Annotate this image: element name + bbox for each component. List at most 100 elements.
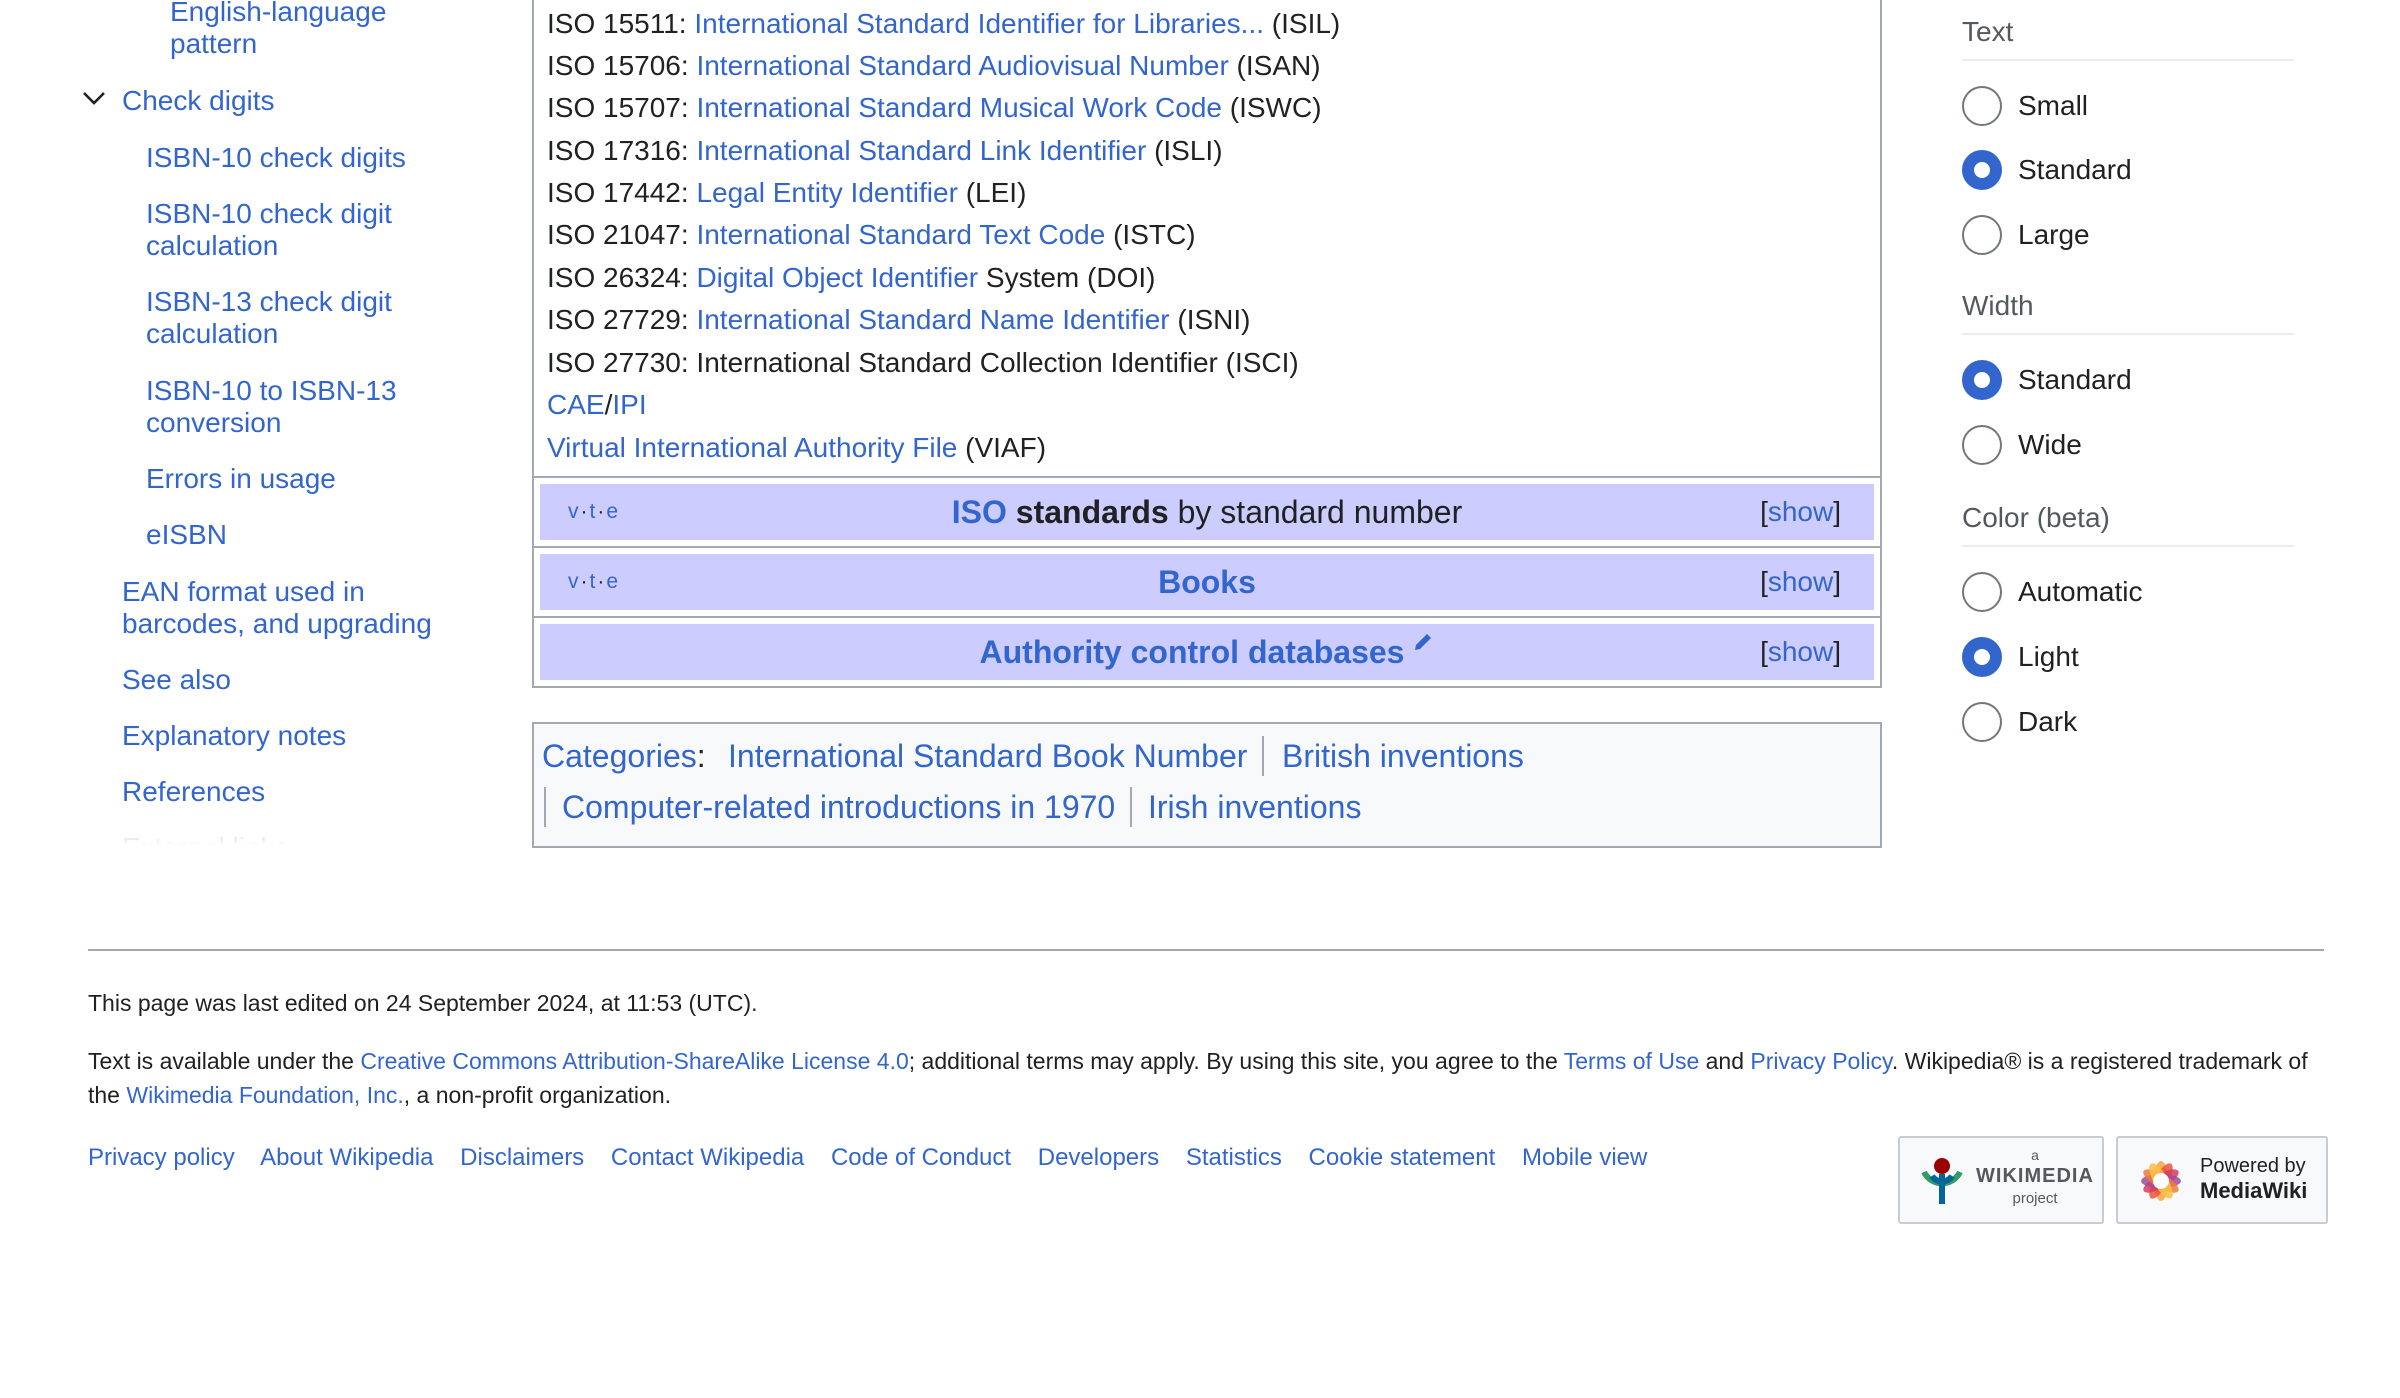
toc-item-see-also[interactable]: See also	[122, 664, 231, 696]
powered-by-mediawiki-badge[interactable]: Powered by MediaWiki	[2116, 1136, 2328, 1224]
navbox-divider	[534, 616, 1880, 618]
toc-item-isbn10-check-digit-calculation[interactable]: ISBN-10 check digit calculation	[146, 198, 416, 262]
category-link[interactable]: British inventions	[1282, 736, 1524, 776]
identifier-suffix: (VIAF)	[957, 432, 1047, 463]
license-text: and	[1699, 1048, 1751, 1074]
text-large-label[interactable]: Large	[2018, 215, 2090, 255]
wikimedia-foundation-link[interactable]: Wikimedia Foundation, Inc.	[126, 1082, 403, 1108]
authority-control-link[interactable]: Authority control databases	[980, 634, 1405, 670]
footer-link-privacy-policy[interactable]: Privacy policy	[88, 1144, 235, 1171]
footer-link-disclaimers[interactable]: Disclaimers	[460, 1144, 584, 1171]
license-text: ; additional terms may apply. By using t…	[908, 1048, 1564, 1074]
navbox-toggle: [show]	[1760, 624, 1841, 680]
identifier-row-isil: ISO 15511: International Standard Identi…	[547, 7, 1340, 41]
identifier-suffix: (ISAN)	[1228, 50, 1321, 81]
toc-item-references[interactable]: References	[122, 776, 265, 808]
ipi-link[interactable]: IPI	[612, 389, 646, 420]
toc-item-check-digits[interactable]: Check digits	[122, 85, 275, 117]
text-size-heading: Text	[1962, 16, 2014, 47]
toc-item-explanatory-notes[interactable]: Explanatory notes	[122, 720, 346, 752]
footer-link-cookie-statement[interactable]: Cookie statement	[1309, 1144, 1496, 1171]
identifier-link-doi[interactable]: Digital Object Identifier	[696, 262, 978, 293]
identifier-row-isci: ISO 27730: International Standard Collec…	[547, 346, 1299, 380]
show-button[interactable]: show	[1768, 566, 1833, 597]
text-standard-label[interactable]: Standard	[2018, 150, 2132, 190]
identifier-suffix: (ISWC)	[1221, 92, 1322, 123]
toc-item-eisbn[interactable]: eISBN	[146, 519, 227, 551]
badge-small-text: a	[2031, 1147, 2039, 1163]
toc-item-ean-format[interactable]: EAN format used in barcodes, and upgradi…	[122, 576, 452, 640]
footer-divider	[88, 949, 2324, 951]
viaf-link[interactable]: Virtual International Authority File	[547, 432, 957, 463]
bracket: ]	[1833, 636, 1841, 667]
width-standard-label[interactable]: Standard	[2018, 360, 2132, 400]
wikimedia-project-badge[interactable]: a WIKIMEDIA project	[1898, 1136, 2104, 1224]
color-dark-label[interactable]: Dark	[2018, 702, 2077, 742]
mediawiki-logo-icon	[2141, 1161, 2181, 1201]
identifier-suffix: (ISLI)	[1146, 135, 1223, 166]
footer-link-contact[interactable]: Contact Wikipedia	[611, 1144, 804, 1171]
identifier-prefix: ISO 15511:	[547, 8, 695, 39]
identifier-link-isan[interactable]: International Standard Audiovisual Numbe…	[696, 50, 1228, 81]
footer-link-statistics[interactable]: Statistics	[1186, 1144, 1282, 1171]
width-wide-radio[interactable]	[1962, 425, 2002, 465]
category-link[interactable]: Computer-related introductions in 1970	[562, 787, 1115, 827]
toc-item-english-language-pattern[interactable]: English-language pattern	[170, 0, 430, 60]
privacy-policy-link[interactable]: Privacy Policy	[1750, 1048, 1891, 1074]
color-heading: Color (beta)	[1962, 502, 2110, 533]
text-standard-radio[interactable]	[1962, 150, 2002, 190]
identifier-prefix: ISO 15706:	[547, 50, 697, 81]
text-large-radio[interactable]	[1962, 215, 2002, 255]
toc-item-isbn10-check-digits[interactable]: ISBN-10 check digits	[146, 142, 406, 174]
text-small-radio[interactable]	[1962, 86, 2002, 126]
footer-link-about[interactable]: About Wikipedia	[260, 1144, 433, 1171]
color-automatic-radio[interactable]	[1962, 572, 2002, 612]
navbox-toggle: [show]	[1760, 554, 1841, 610]
identifier-suffix: (ISTC)	[1105, 219, 1196, 250]
color-dark-radio[interactable]	[1962, 702, 2002, 742]
bracket: ]	[1833, 496, 1841, 527]
navbox-iso-standards: v·t·e ISO standards by standard number […	[540, 484, 1874, 540]
toc-item-isbn13-check-digit-calculation[interactable]: ISBN-13 check digit calculation	[146, 286, 416, 350]
toc-item-errors-in-usage[interactable]: Errors in usage	[146, 463, 336, 495]
toc-item-isbn10-to-isbn13-conversion[interactable]: ISBN-10 to ISBN-13 conversion	[146, 375, 416, 439]
color-automatic-label[interactable]: Automatic	[2018, 572, 2143, 612]
text-small-label[interactable]: Small	[2018, 86, 2088, 126]
show-button[interactable]: show	[1768, 496, 1833, 527]
pencil-icon[interactable]	[1412, 631, 1434, 653]
color-light-label[interactable]: Light	[2018, 637, 2079, 677]
identifier-row-doi: ISO 26324: Digital Object Identifier Sys…	[547, 261, 1155, 295]
bracket: [	[1760, 566, 1768, 597]
identifier-link-iswc[interactable]: International Standard Musical Work Code	[696, 92, 1222, 123]
width-heading: Width	[1962, 290, 2034, 321]
width-standard-radio[interactable]	[1962, 360, 2002, 400]
identifier-link-lei[interactable]: Legal Entity Identifier	[696, 177, 958, 208]
divider	[1962, 333, 2294, 335]
category-link[interactable]: International Standard Book Number	[728, 736, 1247, 776]
identifier-link-isli[interactable]: International Standard Link Identifier	[696, 135, 1146, 166]
cae-link[interactable]: CAE	[547, 389, 605, 420]
show-button[interactable]: show	[1768, 636, 1833, 667]
cc-license-link[interactable]: Creative Commons Attribution-ShareAlike …	[360, 1048, 908, 1074]
books-link[interactable]: Books	[1158, 564, 1256, 600]
navbox-title-rest: by standard number	[1168, 494, 1463, 530]
footer-link-mobile-view[interactable]: Mobile view	[1522, 1144, 1647, 1171]
category-link[interactable]: Irish inventions	[1148, 787, 1361, 827]
categories-link[interactable]: Categories	[542, 738, 697, 774]
identifier-suffix: (ISIL)	[1264, 8, 1341, 39]
color-light-radio[interactable]	[1962, 637, 2002, 677]
footer-link-code-of-conduct[interactable]: Code of Conduct	[831, 1144, 1011, 1171]
width-wide-label[interactable]: Wide	[2018, 425, 2082, 465]
toc-item-external-links[interactable]: External links	[122, 832, 289, 852]
navbox-title-bold: standards	[1006, 494, 1169, 530]
chevron-down-icon[interactable]	[80, 84, 108, 112]
identifiers-navbox: ISO 15511: International Standard Identi…	[532, 0, 1882, 688]
footer-link-developers[interactable]: Developers	[1038, 1144, 1159, 1171]
terms-of-use-link[interactable]: Terms of Use	[1564, 1048, 1699, 1074]
identifier-row-viaf: Virtual International Authority File (VI…	[547, 431, 1046, 465]
identifier-link-isni[interactable]: International Standard Name Identifier	[696, 304, 1169, 335]
category-links: Categories: International Standard Book …	[532, 722, 1882, 848]
identifier-link-isil[interactable]: International Standard Identifier for Li…	[694, 8, 1264, 39]
identifier-link-istc[interactable]: International Standard Text Code	[696, 219, 1105, 250]
iso-link[interactable]: ISO	[952, 494, 1007, 530]
